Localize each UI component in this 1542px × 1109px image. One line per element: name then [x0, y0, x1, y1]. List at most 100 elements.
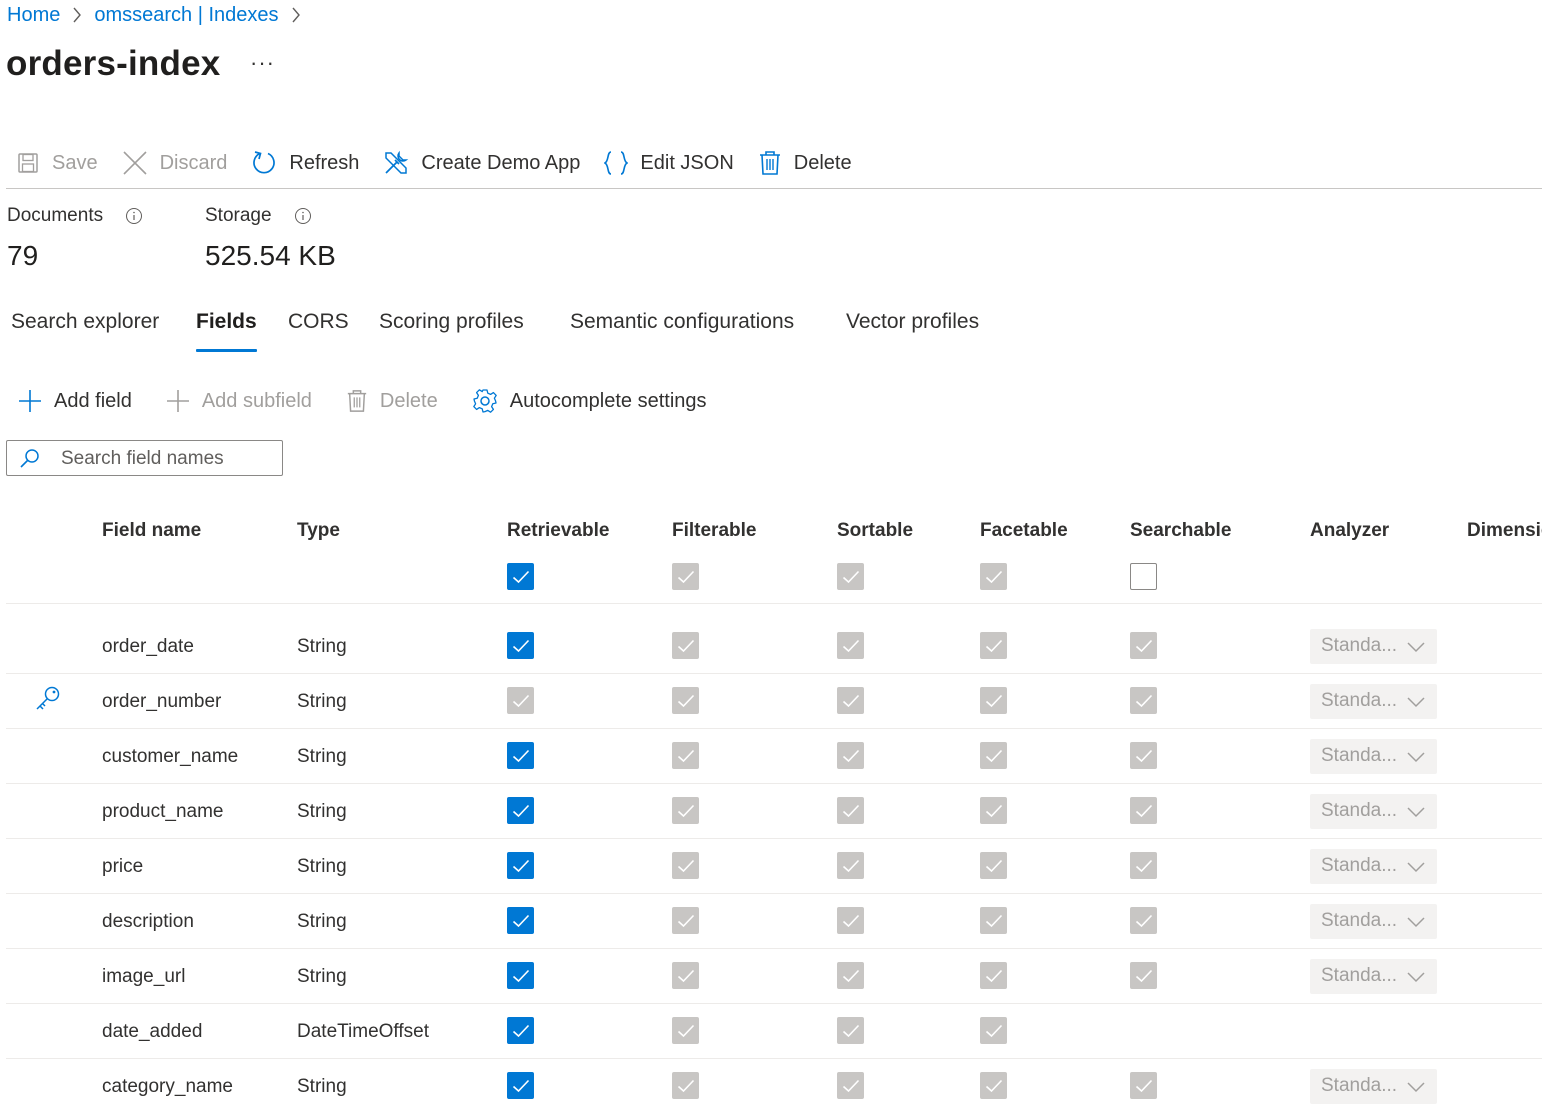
- table-row[interactable]: description String Standa...: [6, 893, 1542, 948]
- column-header-field-name[interactable]: Field name: [102, 520, 201, 542]
- analyzer-value: Standa...: [1321, 855, 1398, 876]
- refresh-button[interactable]: Refresh: [251, 138, 359, 188]
- filterable-checkbox: [672, 687, 699, 714]
- autocomplete-settings-label: Autocomplete settings: [509, 389, 707, 412]
- tab-semantic-configurations[interactable]: Semantic configurations: [570, 310, 794, 352]
- refresh-icon: [253, 151, 276, 174]
- gear-icon: [472, 389, 497, 413]
- table-row[interactable]: date_added DateTimeOffset: [6, 1003, 1542, 1058]
- analyzer-dropdown[interactable]: Standa...: [1310, 684, 1437, 719]
- analyzer-dropdown[interactable]: Standa...: [1310, 739, 1437, 774]
- facetable-checkbox: [980, 1017, 1007, 1044]
- analyzer-dropdown[interactable]: Standa...: [1310, 1069, 1437, 1104]
- facetable-checkbox: [980, 962, 1007, 989]
- analyzer-value: Standa...: [1321, 745, 1398, 766]
- column-header-analyzer[interactable]: Analyzer: [1310, 520, 1389, 542]
- chevron-down-icon: [1407, 752, 1425, 763]
- field-name-cell: product_name: [102, 801, 224, 822]
- retrievable-checkbox[interactable]: [507, 962, 534, 989]
- filterable-checkbox: [672, 632, 699, 659]
- facetable-checkbox: [980, 632, 1007, 659]
- retrievable-checkbox[interactable]: [507, 907, 534, 934]
- add-field-button[interactable]: Add field: [18, 389, 132, 413]
- add-subfield-label: Add subfield: [201, 389, 312, 412]
- retrievable-checkbox[interactable]: [507, 852, 534, 879]
- table-row[interactable]: order_date String Standa...: [6, 603, 1542, 673]
- sortable-checkbox: [837, 632, 864, 659]
- trash-icon: [347, 390, 367, 412]
- field-type-cell: String: [297, 636, 347, 657]
- table-row[interactable]: price String Standa...: [6, 838, 1542, 893]
- field-name-cell: description: [102, 911, 194, 932]
- analyzer-dropdown[interactable]: Standa...: [1310, 794, 1437, 829]
- search-field-names-box: [6, 440, 283, 476]
- analyzer-dropdown[interactable]: Standa...: [1310, 904, 1437, 939]
- tab-cors[interactable]: CORS: [288, 310, 349, 352]
- tab-vector-profiles[interactable]: Vector profiles: [846, 310, 979, 352]
- breadcrumb-indexes-link[interactable]: omssearch | Indexes: [94, 4, 278, 27]
- column-header-retrievable[interactable]: Retrievable: [507, 520, 609, 542]
- index-tabs: Search explorer Fields CORS Scoring prof…: [0, 310, 1100, 354]
- facetable-checkbox: [980, 852, 1007, 879]
- retrievable-checkbox[interactable]: [507, 797, 534, 824]
- table-row[interactable]: customer_name String Standa...: [6, 728, 1542, 783]
- facetable-checkbox: [980, 907, 1007, 934]
- delete-field-button[interactable]: Delete: [346, 388, 438, 414]
- info-icon[interactable]: [294, 207, 312, 225]
- autocomplete-settings-button[interactable]: Autocomplete settings: [472, 388, 707, 414]
- storage-label: Storage: [205, 205, 272, 226]
- breadcrumb-home-link[interactable]: Home: [7, 4, 60, 27]
- more-options-button[interactable]: ···: [250, 50, 275, 76]
- column-header-sortable[interactable]: Sortable: [837, 520, 913, 542]
- tab-search-explorer[interactable]: Search explorer: [11, 310, 159, 352]
- breadcrumb: Home omssearch | Indexes: [7, 3, 313, 27]
- edit-json-button[interactable]: Edit JSON: [604, 138, 734, 188]
- chevron-right-icon: [72, 7, 82, 23]
- column-header-facetable[interactable]: Facetable: [980, 520, 1068, 542]
- table-row[interactable]: image_url String Standa...: [6, 948, 1542, 1003]
- retrievable-checkbox[interactable]: [507, 742, 534, 769]
- key-icon: [34, 684, 62, 717]
- column-header-filterable[interactable]: Filterable: [672, 520, 756, 542]
- filterable-checkbox: [672, 962, 699, 989]
- sortable-checkbox: [837, 742, 864, 769]
- close-icon: [123, 151, 147, 175]
- facetable-checkbox: [980, 687, 1007, 714]
- command-bar: Save Discard Refresh Create Demo App Edi…: [6, 138, 1542, 189]
- retrievable-checkbox[interactable]: [507, 1072, 534, 1099]
- tab-scoring-profiles[interactable]: Scoring profiles: [379, 310, 524, 352]
- column-header-dimensions[interactable]: Dimensio: [1467, 520, 1542, 542]
- discard-button[interactable]: Discard: [122, 138, 227, 188]
- documents-stat: Documents 79: [7, 205, 143, 272]
- create-demo-app-button[interactable]: Create Demo App: [383, 138, 580, 188]
- select-all-searchable-checkbox[interactable]: [1130, 563, 1157, 590]
- tab-fields[interactable]: Fields: [196, 310, 257, 352]
- save-icon: [18, 153, 38, 173]
- filterable-checkbox: [672, 852, 699, 879]
- chevron-down-icon: [1407, 807, 1425, 818]
- delete-index-button[interactable]: Delete: [758, 138, 852, 188]
- select-all-retrievable-checkbox[interactable]: [507, 563, 534, 590]
- info-icon[interactable]: [125, 207, 143, 225]
- searchable-checkbox: [1130, 907, 1157, 934]
- column-header-type[interactable]: Type: [297, 520, 340, 542]
- field-type-cell: String: [297, 966, 347, 987]
- analyzer-value: Standa...: [1321, 1075, 1398, 1096]
- add-subfield-button[interactable]: Add subfield: [166, 389, 312, 413]
- table-row[interactable]: category_name String Standa...: [6, 1058, 1542, 1109]
- filterable-checkbox: [672, 797, 699, 824]
- sortable-checkbox: [837, 962, 864, 989]
- table-row[interactable]: product_name String Standa...: [6, 783, 1542, 838]
- filterable-checkbox: [672, 907, 699, 934]
- retrievable-checkbox[interactable]: [507, 1017, 534, 1044]
- search-input[interactable]: [61, 446, 271, 472]
- searchable-checkbox: [1130, 632, 1157, 659]
- analyzer-dropdown[interactable]: Standa...: [1310, 629, 1437, 664]
- column-header-searchable[interactable]: Searchable: [1130, 520, 1231, 542]
- analyzer-dropdown[interactable]: Standa...: [1310, 959, 1437, 994]
- save-button[interactable]: Save: [16, 138, 98, 188]
- table-row[interactable]: order_number String Standa...: [6, 673, 1542, 728]
- sortable-checkbox: [837, 1072, 864, 1099]
- retrievable-checkbox[interactable]: [507, 632, 534, 659]
- analyzer-dropdown[interactable]: Standa...: [1310, 849, 1437, 884]
